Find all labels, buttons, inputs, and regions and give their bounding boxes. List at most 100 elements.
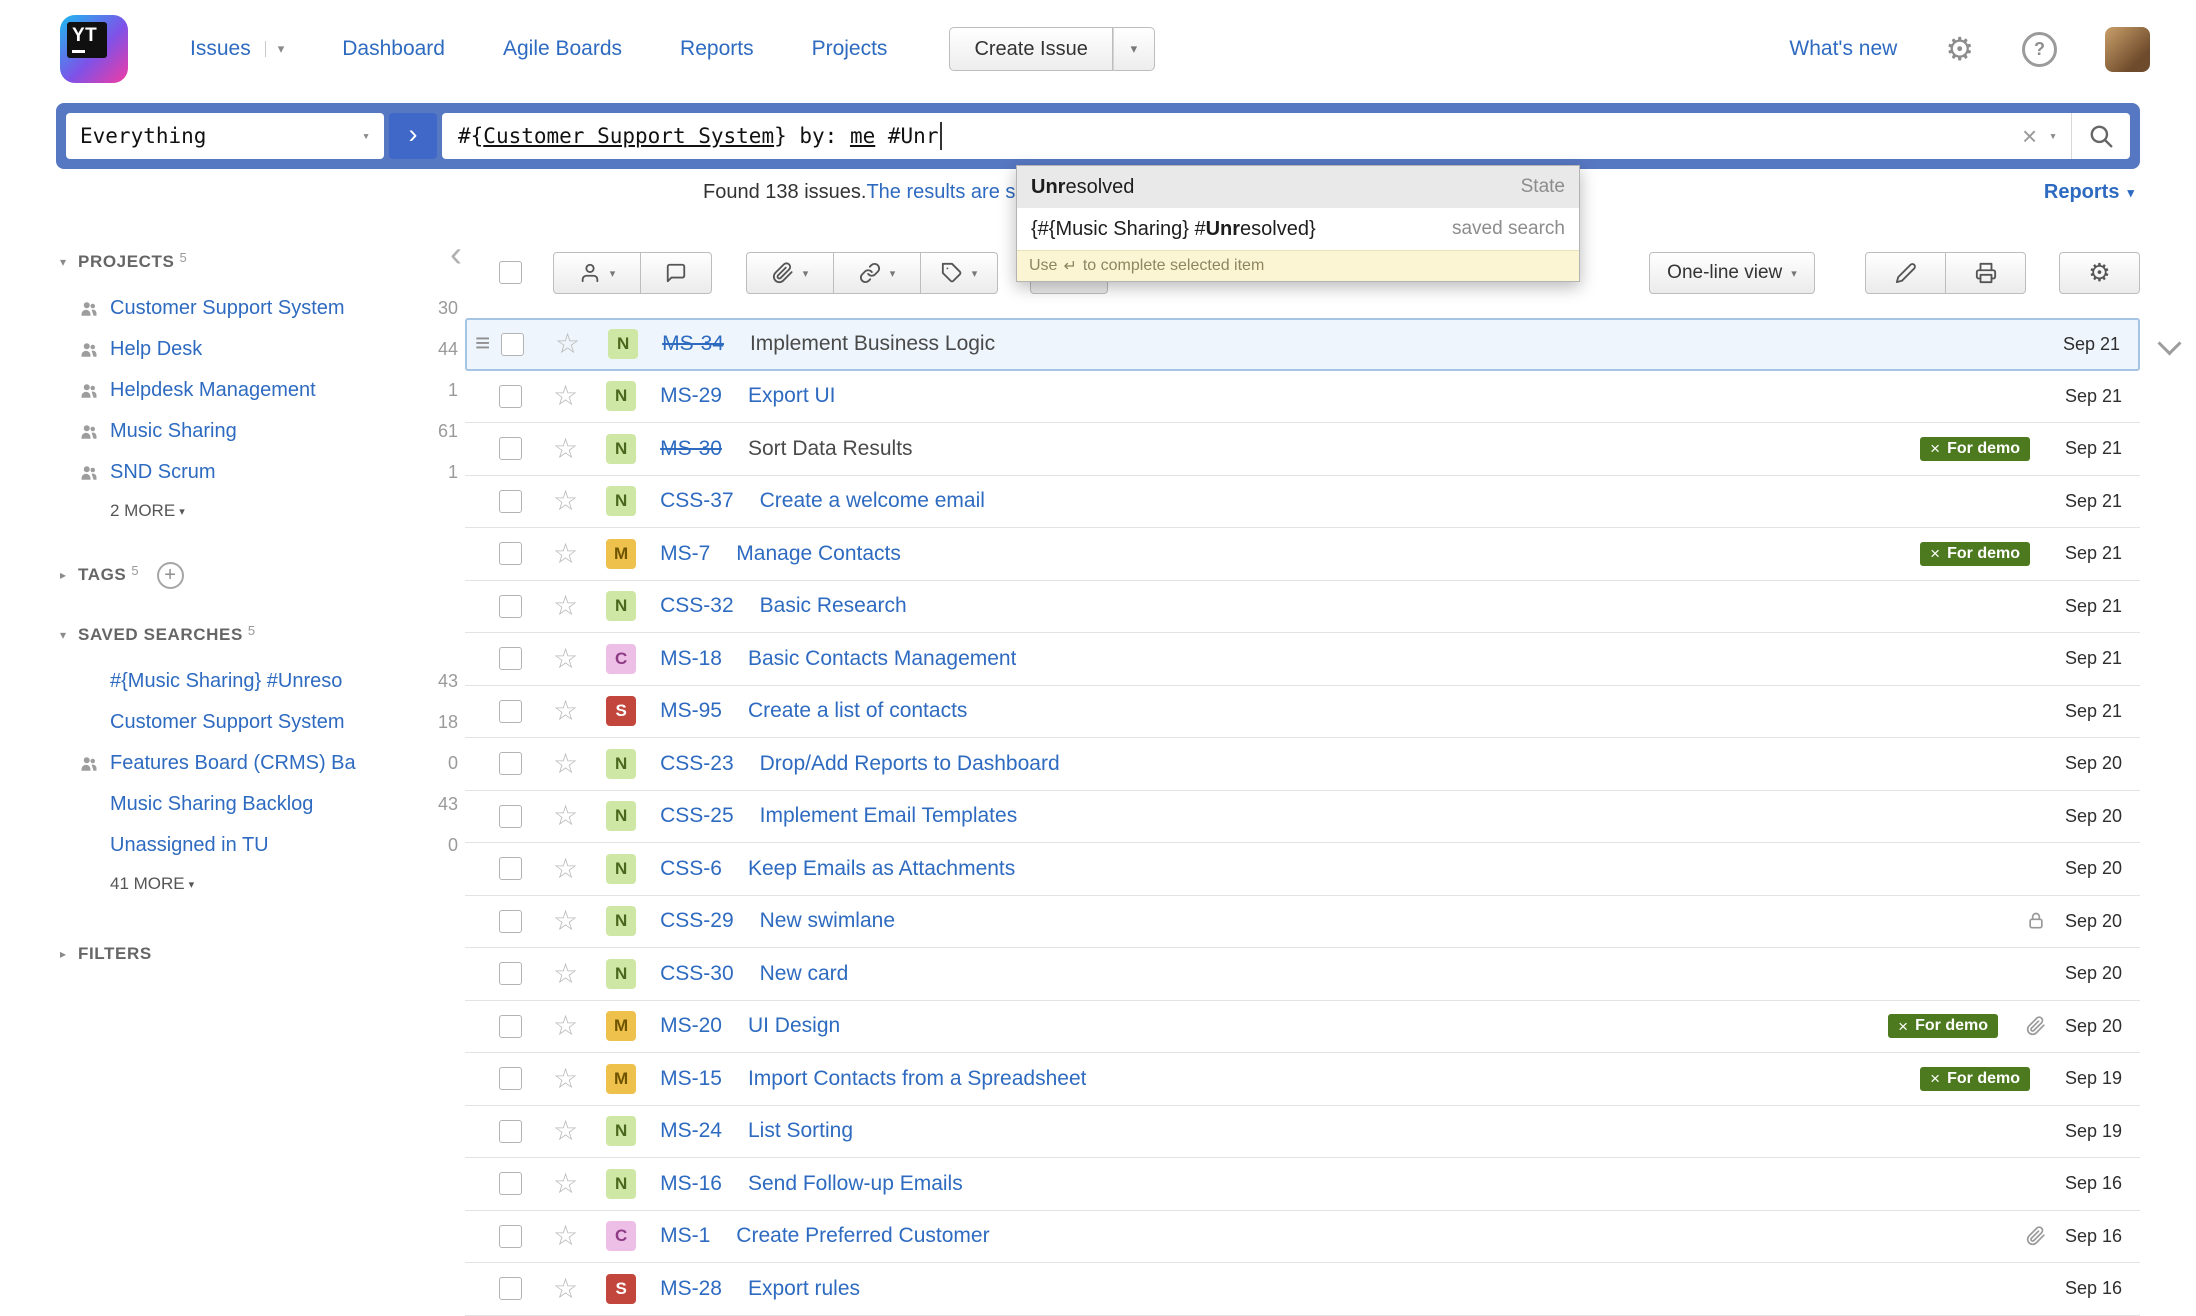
- issue-id-link[interactable]: CSS-37: [660, 489, 734, 513]
- sidebar-list-item[interactable]: Customer Support System 30: [60, 288, 458, 329]
- nav-item-dashboard[interactable]: Dashboard: [342, 37, 445, 61]
- issue-type-avatar[interactable]: S: [606, 1274, 636, 1304]
- issue-row[interactable]: ≡ ☆ N CSS-37 Create a welcome email Sep …: [465, 476, 2140, 529]
- issue-checkbox[interactable]: [499, 437, 522, 460]
- for-demo-tag[interactable]: ×For demo: [1920, 437, 2030, 461]
- issue-checkbox[interactable]: [499, 962, 522, 985]
- star-icon[interactable]: ☆: [553, 855, 578, 883]
- comment-button[interactable]: [640, 252, 712, 294]
- issue-id-link[interactable]: MS-18: [660, 647, 722, 671]
- issue-row[interactable]: ≡ ☆ N CSS-25 Implement Email Templates S…: [465, 791, 2140, 844]
- star-icon[interactable]: ☆: [553, 540, 578, 568]
- sidebar-item-label[interactable]: #{Music Sharing} #Unreso: [110, 670, 342, 693]
- issue-checkbox[interactable]: [499, 1277, 522, 1300]
- issue-summary-link[interactable]: Export rules: [748, 1277, 860, 1301]
- issue-summary-link[interactable]: Send Follow-up Emails: [748, 1172, 963, 1196]
- remove-tag-icon[interactable]: ×: [1930, 440, 1940, 457]
- nav-item-agile-boards[interactable]: Agile Boards: [503, 37, 622, 61]
- star-icon[interactable]: ☆: [553, 1275, 578, 1303]
- issue-id-link[interactable]: MS-15: [660, 1067, 722, 1091]
- search-scope-select[interactable]: Everything ▾: [66, 113, 384, 159]
- issue-type-avatar[interactable]: N: [606, 854, 636, 884]
- edit-button[interactable]: [1865, 252, 1946, 294]
- tag-button[interactable]: ▾: [920, 252, 998, 294]
- issue-summary-link[interactable]: List Sorting: [748, 1119, 853, 1143]
- issue-type-avatar[interactable]: N: [606, 486, 636, 516]
- issue-checkbox[interactable]: [499, 857, 522, 880]
- issue-id-link[interactable]: MS-29: [660, 384, 722, 408]
- user-avatar[interactable]: [2105, 27, 2150, 72]
- issue-row[interactable]: ≡ ☆ N CSS-6 Keep Emails as Attachments S…: [465, 843, 2140, 896]
- for-demo-tag[interactable]: ×For demo: [1920, 1067, 2030, 1091]
- issue-id-link[interactable]: MS-1: [660, 1224, 710, 1248]
- issue-type-avatar[interactable]: N: [606, 434, 636, 464]
- issue-summary-link[interactable]: New swimlane: [760, 909, 895, 933]
- view-mode-dropdown[interactable]: One-line view ▾: [1649, 252, 1815, 294]
- autocomplete-item-state[interactable]: Unresolved State: [1017, 166, 1579, 208]
- create-issue-button[interactable]: Create Issue: [949, 27, 1112, 71]
- issue-row[interactable]: ≡ ☆ N CSS-23 Drop/Add Reports to Dashboa…: [465, 738, 2140, 791]
- star-icon[interactable]: ☆: [553, 1222, 578, 1250]
- autocomplete-item-saved-search[interactable]: {#{Music Sharing} #Unresolved} saved sea…: [1017, 208, 1579, 250]
- select-all-checkbox[interactable]: [499, 261, 522, 284]
- sidebar-list-item[interactable]: Music Sharing Backlog 43: [60, 784, 458, 825]
- issue-summary-link[interactable]: Basic Research: [760, 594, 907, 618]
- issue-summary-link[interactable]: Implement Email Templates: [760, 804, 1018, 828]
- add-tag-button[interactable]: +: [157, 562, 184, 589]
- issue-checkbox[interactable]: [499, 1225, 522, 1248]
- issue-row[interactable]: ≡ ☆ N CSS-30 New card Sep 20: [465, 948, 2140, 1001]
- issue-type-avatar[interactable]: N: [606, 1116, 636, 1146]
- nav-issues-label[interactable]: Issues: [190, 37, 251, 61]
- issue-row[interactable]: ≡ ☆ N MS-34 Implement Business Logic Sep…: [465, 318, 2140, 371]
- issue-row[interactable]: ≡ ☆ C MS-18 Basic Contacts Management Se…: [465, 633, 2140, 686]
- search-icon[interactable]: [2072, 123, 2130, 149]
- chevron-down-icon[interactable]: ▾: [265, 41, 285, 57]
- whats-new-link[interactable]: What's new: [1789, 37, 1897, 61]
- issue-type-avatar[interactable]: S: [606, 696, 636, 726]
- assignee-button[interactable]: ▾: [553, 252, 641, 294]
- remove-tag-icon[interactable]: ×: [1930, 1070, 1940, 1087]
- for-demo-tag[interactable]: ×For demo: [1920, 542, 2030, 566]
- issue-summary-link[interactable]: New card: [760, 962, 849, 986]
- issue-row[interactable]: ≡ ☆ S MS-28 Export rules Sep 16: [465, 1263, 2140, 1316]
- nav-item-reports[interactable]: Reports: [680, 37, 754, 61]
- star-icon[interactable]: ☆: [553, 697, 578, 725]
- issue-summary-link[interactable]: Import Contacts from a Spreadsheet: [748, 1067, 1087, 1091]
- issue-id-link[interactable]: CSS-25: [660, 804, 734, 828]
- issue-summary-link[interactable]: Keep Emails as Attachments: [748, 857, 1015, 881]
- issue-row[interactable]: ≡ ☆ N MS-16 Send Follow-up Emails Sep 16: [465, 1158, 2140, 1211]
- issue-checkbox[interactable]: [499, 805, 522, 828]
- nav-item-projects[interactable]: Projects: [812, 37, 888, 61]
- issue-id-link[interactable]: MS-95: [660, 699, 722, 723]
- sidebar-list-item[interactable]: #{Music Sharing} #Unreso 43: [60, 661, 458, 702]
- issue-type-avatar[interactable]: N: [606, 1169, 636, 1199]
- sidebar-item-label[interactable]: Features Board (CRMS) Ba: [110, 752, 356, 775]
- star-icon[interactable]: ☆: [553, 960, 578, 988]
- reports-dropdown[interactable]: Reports ▾: [2044, 181, 2134, 204]
- issue-type-avatar[interactable]: N: [606, 591, 636, 621]
- sidebar-item-label[interactable]: Music Sharing Backlog: [110, 793, 313, 816]
- issue-row[interactable]: ≡ ☆ N MS-30 Sort Data Results ×For demo …: [465, 423, 2140, 476]
- sidebar-item-label[interactable]: Help Desk: [110, 338, 202, 361]
- sidebar-list-item[interactable]: SND Scrum 1: [60, 452, 458, 493]
- issue-type-avatar[interactable]: N: [606, 801, 636, 831]
- issue-checkbox[interactable]: [499, 490, 522, 513]
- issue-row[interactable]: ≡ ☆ M MS-15 Import Contacts from a Sprea…: [465, 1053, 2140, 1106]
- issue-type-avatar[interactable]: M: [606, 1064, 636, 1094]
- drag-handle-icon[interactable]: ≡: [475, 328, 490, 359]
- issue-row[interactable]: ≡ ☆ M MS-7 Manage Contacts ×For demo Sep…: [465, 528, 2140, 581]
- list-settings-button[interactable]: ⚙: [2059, 252, 2140, 294]
- issue-row[interactable]: ≡ ☆ M MS-20 UI Design ×For demo Sep 20: [465, 1001, 2140, 1054]
- sidebar-item-label[interactable]: Helpdesk Management: [110, 379, 316, 402]
- youtrack-logo[interactable]: YT: [60, 15, 128, 83]
- issue-checkbox[interactable]: [499, 1015, 522, 1038]
- issue-checkbox[interactable]: [499, 1120, 522, 1143]
- issue-checkbox[interactable]: [499, 647, 522, 670]
- star-icon[interactable]: ☆: [553, 1065, 578, 1093]
- sidebar-list-item[interactable]: Unassigned in TU 0: [60, 825, 458, 866]
- star-icon[interactable]: ☆: [553, 802, 578, 830]
- issue-checkbox[interactable]: [499, 700, 522, 723]
- sidebar-item-label[interactable]: Customer Support System: [110, 297, 345, 320]
- issue-row[interactable]: ≡ ☆ N CSS-32 Basic Research Sep 21: [465, 581, 2140, 634]
- issue-summary-link[interactable]: Drop/Add Reports to Dashboard: [760, 752, 1060, 776]
